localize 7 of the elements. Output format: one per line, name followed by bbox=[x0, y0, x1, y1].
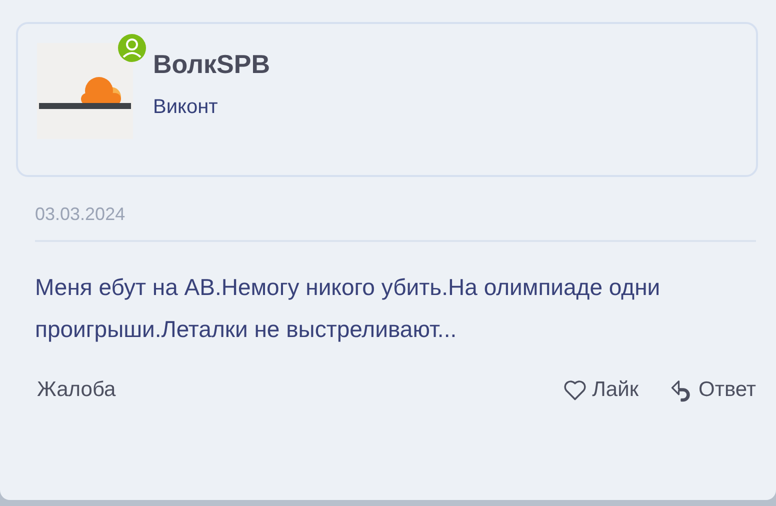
username-link[interactable]: ВолкSPB bbox=[153, 49, 270, 80]
like-button[interactable]: Лайк bbox=[562, 377, 639, 403]
post-text: Меня ебут на АВ.Немогу никого убить.На олимпиаде одни проигрыши.Леталки не выстреливают... bbox=[35, 273, 662, 344]
user-rank: Виконт bbox=[153, 96, 219, 119]
reply-button[interactable]: Ответ bbox=[668, 377, 756, 403]
report-button[interactable]: Жалоба bbox=[37, 378, 116, 402]
post-date: 03.03.2024 bbox=[35, 204, 126, 225]
